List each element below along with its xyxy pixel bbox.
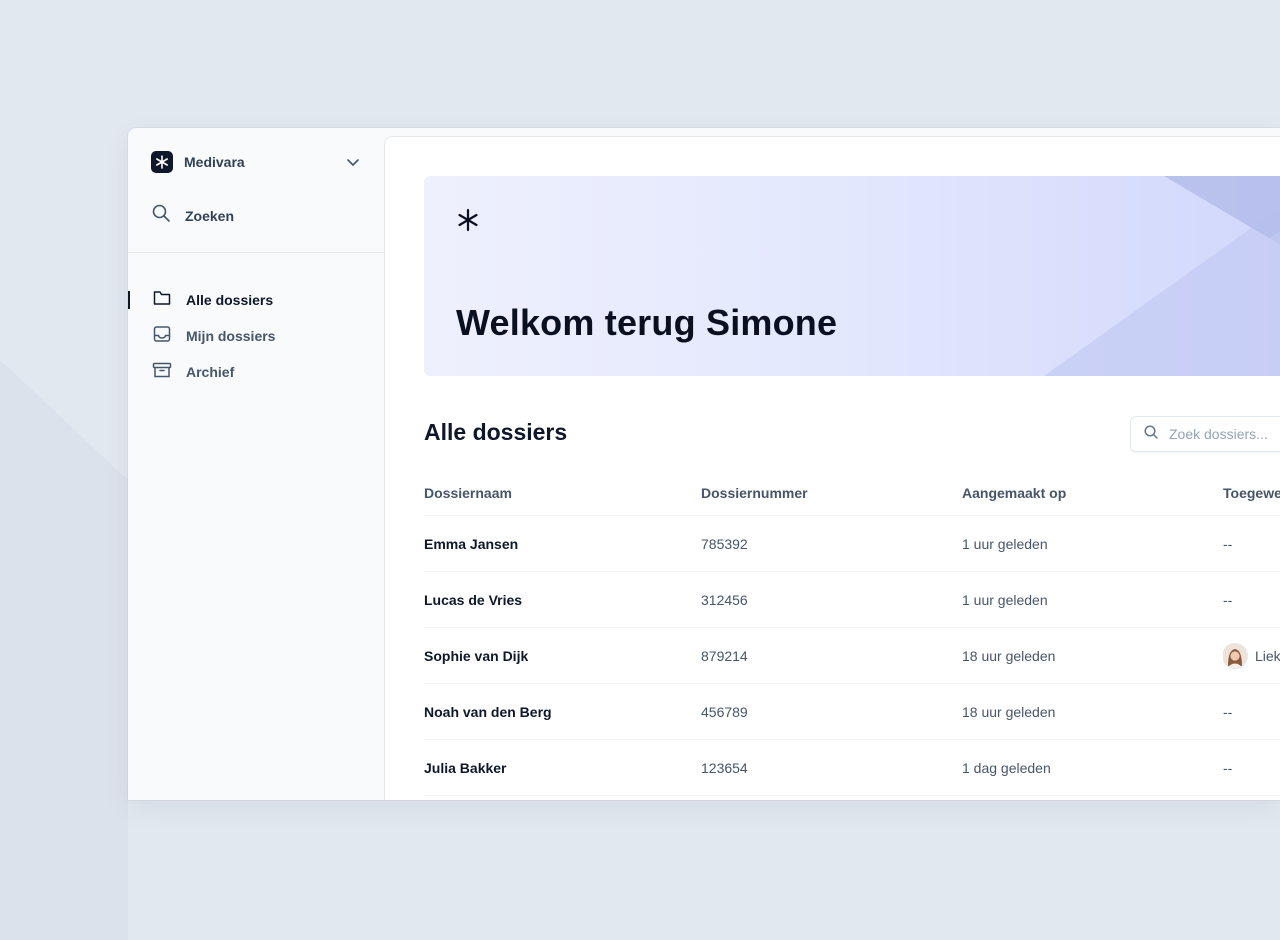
section-title: Alle dossiers <box>424 419 568 445</box>
inbox-icon <box>152 324 172 349</box>
sidebar-search[interactable]: Zoeken <box>151 203 234 228</box>
assigned-to: Liek <box>1223 627 1280 684</box>
created-at: 18 uur geleden <box>962 683 1223 740</box>
assignee: Liek <box>1223 643 1280 668</box>
created-at: 1 dag geleden <box>962 739 1223 796</box>
folder-icon <box>152 288 172 313</box>
sidebar: Medivara Zoeken Alle dossiers Mijn dossi… <box>128 128 384 800</box>
search-icon <box>151 203 171 228</box>
welcome-title: Welkom terug Simone <box>456 302 838 343</box>
sidebar-item-alle-dossiers[interactable]: Alle dossiers <box>128 282 384 318</box>
sidebar-item-archief[interactable]: Archief <box>128 354 384 390</box>
column-header-dossiernummer[interactable]: Dossiernummer <box>701 471 962 516</box>
dossier-name: Emma Jansen <box>424 515 701 572</box>
created-at: 18 uur geleden <box>962 627 1223 684</box>
app-window: Medivara Zoeken Alle dossiers Mijn dossi… <box>128 128 1280 800</box>
assigned-to: -- <box>1223 571 1280 628</box>
dossier-table: Dossiernaam Dossiernummer Aangemaakt op … <box>424 471 1280 796</box>
dossier-name: Sophie van Dijk <box>424 627 701 684</box>
dossier-name: Julia Bakker <box>424 739 701 796</box>
main-panel: Welkom terug Simone Alle dossiers Dossie… <box>384 136 1280 800</box>
dossier-name: Noah van den Berg <box>424 683 701 740</box>
dossier-number: 879214 <box>701 627 962 684</box>
column-header-aangemaakt-op[interactable]: Aangemaakt op <box>962 471 1223 516</box>
background-decoration <box>0 360 128 940</box>
sidebar-item-label: Archief <box>186 364 235 380</box>
dossier-number: 785392 <box>701 515 962 572</box>
assigned-to: -- <box>1223 739 1280 796</box>
created-at: 1 uur geleden <box>962 515 1223 572</box>
search-icon <box>1131 424 1159 445</box>
org-name: Medivara <box>184 154 245 170</box>
column-header-toegewezen[interactable]: Toegewe <box>1223 471 1280 516</box>
sidebar-nav: Alle dossiers Mijn dossiers Archief <box>128 282 384 390</box>
dossier-name: Lucas de Vries <box>424 571 701 628</box>
dossier-number: 312456 <box>701 571 962 628</box>
org-logo-icon <box>151 151 173 173</box>
column-header-dossiernaam[interactable]: Dossiernaam <box>424 471 701 516</box>
sidebar-divider <box>128 252 384 253</box>
welcome-banner: Welkom terug Simone <box>424 176 1280 376</box>
created-at: 1 uur geleden <box>962 571 1223 628</box>
table-row[interactable]: Emma Jansen 785392 1 uur geleden -- <box>424 515 1280 572</box>
table-row[interactable]: Sophie van Dijk 879214 18 uur geleden Li… <box>424 627 1280 684</box>
sidebar-item-label: Alle dossiers <box>186 292 274 308</box>
assignee-name: Liek <box>1255 647 1280 664</box>
asterisk-icon <box>456 208 480 237</box>
sidebar-item-mijn-dossiers[interactable]: Mijn dossiers <box>128 318 384 354</box>
assigned-to: -- <box>1223 515 1280 572</box>
table-row[interactable]: Noah van den Berg 456789 18 uur geleden … <box>424 683 1280 740</box>
chevron-down-icon[interactable] <box>345 154 361 175</box>
avatar <box>1223 643 1247 668</box>
dossier-number: 123654 <box>701 739 962 796</box>
table-row[interactable]: Julia Bakker 123654 1 dag geleden -- <box>424 739 1280 796</box>
dossier-search <box>1130 416 1280 452</box>
search-input[interactable] <box>1167 425 1280 443</box>
table-header-row: Dossiernaam Dossiernummer Aangemaakt op … <box>424 471 1280 516</box>
dossier-number: 456789 <box>701 683 962 740</box>
table-row[interactable]: Lucas de Vries 312456 1 uur geleden -- <box>424 571 1280 628</box>
banner-decoration <box>1044 176 1280 376</box>
sidebar-search-label: Zoeken <box>185 207 235 224</box>
archive-icon <box>152 360 172 385</box>
org-switcher[interactable]: Medivara <box>151 151 361 173</box>
assigned-to: -- <box>1223 683 1280 740</box>
sidebar-item-label: Mijn dossiers <box>186 328 276 344</box>
